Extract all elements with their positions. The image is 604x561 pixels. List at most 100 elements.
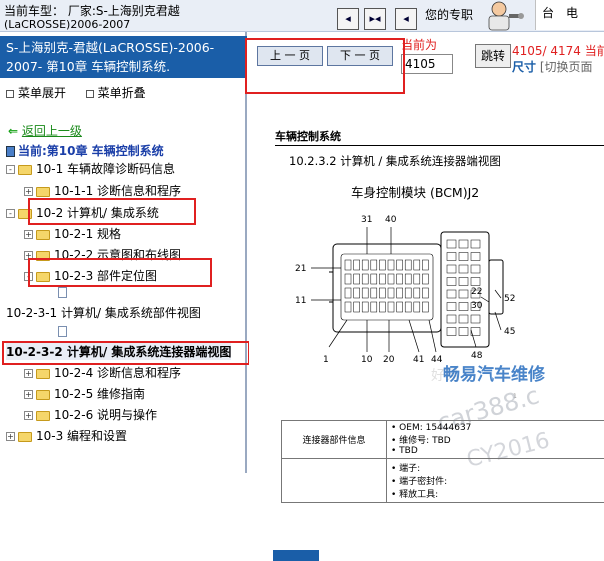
book-icon bbox=[6, 146, 15, 157]
connector-pin bbox=[471, 278, 480, 286]
pin-label: 52 bbox=[504, 294, 515, 304]
expand-toggle-icon[interactable]: + bbox=[6, 432, 15, 441]
menu-expand-link[interactable]: 菜单展开 bbox=[18, 86, 66, 100]
menu-collapse-link[interactable]: 菜单折叠 bbox=[98, 86, 146, 100]
switch-page-link[interactable]: [切换页面 bbox=[540, 60, 593, 74]
connector-pin bbox=[459, 278, 468, 286]
connector-pin bbox=[414, 288, 420, 298]
pin-label: 30 bbox=[471, 301, 483, 311]
folder-icon bbox=[36, 369, 50, 379]
expand-toggle-icon[interactable]: + bbox=[24, 390, 33, 399]
connector-pin bbox=[362, 288, 368, 298]
chapter-header: S-上海别克-君越(LaCROSSE)-2006-2007- 第10章 车辆控制… bbox=[0, 36, 247, 78]
doc-divider bbox=[275, 145, 604, 146]
connector-pin bbox=[371, 260, 377, 270]
watermark-brand: 畅易汽车维修 bbox=[443, 360, 545, 385]
release-tool-item: • 释放工具: bbox=[391, 487, 604, 500]
connector-pin bbox=[471, 315, 480, 323]
current-location-label: 当前:第10章 车辆控制系统 bbox=[18, 144, 164, 158]
expand-toggle-icon[interactable]: + bbox=[24, 187, 33, 196]
connector-pin bbox=[379, 260, 385, 270]
connector-pin bbox=[447, 240, 456, 248]
tree-item[interactable]: +10-3 编程和设置 bbox=[6, 427, 127, 444]
size-link[interactable]: 尺寸 bbox=[512, 60, 536, 74]
tree-item[interactable]: 10-2-3-1 计算机/ 集成系统部件视图 bbox=[6, 304, 201, 321]
back-arrow-icon: ⇐ bbox=[8, 124, 18, 138]
back-link[interactable]: ⇐ 返回上一级 bbox=[8, 122, 82, 139]
highlight-10-2 bbox=[28, 198, 196, 225]
jump-button[interactable]: 跳转 bbox=[475, 44, 511, 68]
folder-icon bbox=[36, 230, 50, 240]
pin-label: 44 bbox=[431, 355, 443, 365]
pin-label: 40 bbox=[385, 215, 397, 225]
connector-pin bbox=[447, 290, 456, 298]
pager-bar: 上 一 页 下 一 页 当前为 跳转 4105/ 4174 当前 尺寸 [切换页… bbox=[249, 36, 604, 78]
expand-toggle-icon[interactable]: + bbox=[24, 411, 33, 420]
collapse-toggle-icon[interactable]: - bbox=[6, 165, 15, 174]
connector-pin bbox=[459, 265, 468, 273]
expand-toggle-icon[interactable]: + bbox=[24, 230, 33, 239]
expand-toggle-icon[interactable]: + bbox=[24, 369, 33, 378]
tree-item[interactable]: +10-2-6 说明与操作 bbox=[24, 406, 157, 423]
connector-pin bbox=[379, 274, 385, 284]
tree-item[interactable]: +10-2-5 维修指南 bbox=[24, 385, 145, 402]
connector-pin bbox=[371, 302, 377, 312]
page-label: 当前为 bbox=[401, 36, 437, 53]
connector-pin bbox=[362, 260, 368, 270]
connector-pin bbox=[354, 288, 360, 298]
connector-pin bbox=[414, 302, 420, 312]
tree-item-label: 10-3 编程和设置 bbox=[36, 429, 127, 443]
pin-label: 41 bbox=[413, 355, 424, 365]
connector-pin bbox=[447, 253, 456, 261]
pin-label: 11 bbox=[295, 296, 306, 306]
connector-pin bbox=[459, 240, 468, 248]
folder-icon bbox=[18, 432, 32, 442]
connector-pin bbox=[405, 288, 411, 298]
tree-item[interactable]: - 10-1 车辆故障诊断码信息 bbox=[6, 160, 175, 177]
tree-item[interactable] bbox=[58, 324, 67, 338]
current-location: 当前:第10章 车辆控制系统 bbox=[6, 142, 164, 159]
tree-item-label: 10-1-1 诊断信息和程序 bbox=[54, 184, 181, 198]
left-panel: S-上海别克-君越(LaCROSSE)-2006-2007- 第10章 车辆控制… bbox=[0, 32, 247, 473]
document-icon bbox=[58, 287, 67, 298]
connector-pin bbox=[459, 290, 468, 298]
folder-icon bbox=[36, 187, 50, 197]
nav-first-button[interactable]: ◂ bbox=[337, 8, 359, 30]
connector-pin bbox=[459, 253, 468, 261]
tree-item-label: 10-1 车辆故障诊断码信息 bbox=[36, 162, 175, 176]
oem-item: • OEM: 15444637 bbox=[391, 423, 604, 433]
tree-item[interactable]: +10-1-1 诊断信息和程序 bbox=[24, 182, 181, 199]
folder-icon bbox=[18, 165, 32, 175]
connector-pin bbox=[379, 302, 385, 312]
tbd-item: • TBD bbox=[391, 446, 604, 456]
bottom-tab[interactable] bbox=[273, 550, 319, 561]
doc-subtitle: 10.2.3.2 计算机 / 集成系统连接器端视图 bbox=[289, 153, 501, 169]
connector-pin bbox=[447, 265, 456, 273]
tree-item[interactable]: +10-2-1 规格 bbox=[24, 225, 121, 242]
connector-pin bbox=[345, 260, 351, 270]
tree-item-label: 10-2-6 说明与操作 bbox=[54, 408, 157, 422]
connector-pin bbox=[422, 274, 428, 284]
connector-pin bbox=[388, 260, 394, 270]
mascot-icon bbox=[477, 0, 527, 32]
nav-toggle-button[interactable]: ▸◂ bbox=[364, 8, 386, 30]
brand-logo: 台 电 bbox=[535, 0, 604, 30]
vehicle-title: 当前车型： 厂家:S-上海别克君越 bbox=[4, 2, 180, 19]
tree-item[interactable] bbox=[58, 285, 67, 299]
pin-label: 1 bbox=[323, 355, 329, 365]
tree-item[interactable]: +10-2-4 诊断信息和程序 bbox=[24, 364, 181, 381]
connector-pin bbox=[405, 302, 411, 312]
table-cell: • 端子: • 端子密封件: • 释放工具: bbox=[387, 459, 604, 503]
top-bar: 当前车型： 厂家:S-上海别克君越 (LaCROSSE)2006-2007 ◂ … bbox=[0, 0, 604, 32]
nav-back-button[interactable]: ◂ bbox=[395, 8, 417, 30]
favorite-text: 您的专职 bbox=[425, 6, 473, 23]
connector-pin bbox=[447, 328, 456, 336]
connector-pin bbox=[354, 260, 360, 270]
content-pane: 上 一 页 下 一 页 当前为 跳转 4105/ 4174 当前 尺寸 [切换页… bbox=[249, 32, 604, 473]
tree-item-label: 10-2-3-1 计算机/ 集成系统部件视图 bbox=[6, 306, 201, 320]
collapse-toggle-icon[interactable]: - bbox=[6, 209, 15, 218]
page-number-input[interactable] bbox=[401, 54, 453, 74]
tree-item-label: 10-2-5 维修指南 bbox=[54, 387, 145, 401]
pin-label: 20 bbox=[383, 355, 395, 365]
connector-pin bbox=[379, 288, 385, 298]
